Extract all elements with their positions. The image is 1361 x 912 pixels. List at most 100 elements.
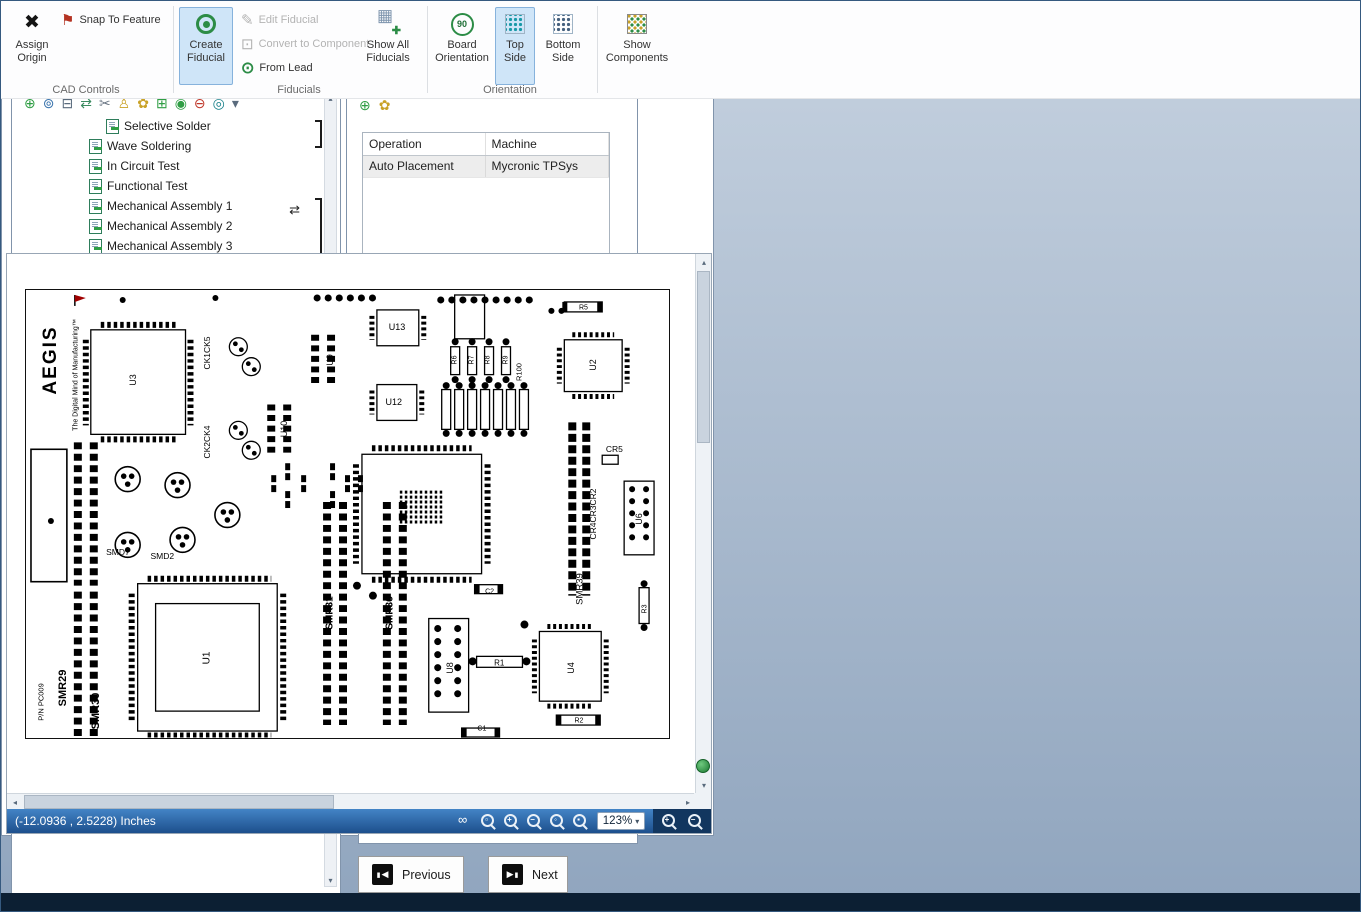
pcb-ref-label: R1: [494, 659, 504, 668]
tree-item[interactable]: Selective Solder: [14, 116, 318, 136]
edit-fiducial-icon: [241, 11, 254, 29]
board-orientation-button[interactable]: 90 Board Orientation: [433, 7, 491, 85]
pcb-ref-label: R5: [579, 304, 588, 311]
cad-canvas[interactable]: AEGISThe Digital Mind of Manufacturing™P…: [7, 254, 696, 793]
pcb-ref-label: U1: [202, 652, 213, 665]
pcb-ref-label: U12: [386, 397, 403, 407]
pcb-ref-label: R3: [642, 604, 649, 613]
previous-label: Previous: [402, 868, 451, 882]
zoom-out-icon[interactable]: −: [526, 813, 543, 830]
cad-viewport: AEGISThe Digital Mind of Manufacturing™P…: [6, 253, 712, 834]
pcb-ref-label: AEGIS: [40, 325, 62, 394]
tree-item[interactable]: Mechanical Assembly 2: [14, 216, 318, 236]
pcb-ref-label: SMR39: [575, 573, 586, 605]
scrollbar-thumb[interactable]: [24, 795, 334, 809]
show-components-button[interactable]: Show Components: [605, 7, 669, 85]
machine-row[interactable]: Auto Placement Mycronic TPSys: [363, 155, 609, 177]
pcb-ref-label: U8: [445, 662, 455, 674]
column-header-operation[interactable]: Operation: [363, 133, 485, 155]
machine-cell: Mycronic TPSys: [485, 155, 609, 177]
next-label: Next: [532, 868, 558, 882]
assign-origin-button[interactable]: Assign Origin: [7, 7, 57, 85]
pcb-ref-label: CR4CR3CR2: [588, 488, 598, 539]
pcb-ref-label: SMR30: [90, 693, 102, 730]
pcb-ref-label: SMR31: [325, 597, 336, 630]
show-all-fiducials-button[interactable]: Show All Fiducials: [359, 7, 417, 85]
pcb-ref-label: SMD7: [106, 547, 130, 557]
scroll-left-icon[interactable]: ◂: [7, 794, 23, 810]
operation-cell: Auto Placement: [363, 155, 485, 177]
zoom-toolbar-secondary: +−: [653, 809, 711, 833]
zoom-in-icon[interactable]: +: [503, 813, 520, 830]
scroll-down-icon[interactable]: ▾: [696, 777, 712, 793]
snap-to-feature-button[interactable]: Snap To Feature: [61, 9, 161, 31]
bottom-side-icon: [553, 14, 573, 34]
tree-item[interactable]: In Circuit Test: [14, 156, 318, 176]
column-header-machine[interactable]: Machine: [485, 133, 609, 155]
operation-icon: [88, 179, 103, 193]
group-separator: [597, 6, 598, 93]
zoom-out-secondary-icon[interactable]: −: [687, 813, 704, 830]
operation-icon: [105, 119, 120, 133]
tree-item[interactable]: Functional Test: [14, 176, 318, 196]
top-side-icon: [505, 14, 525, 34]
convert-to-component-button[interactable]: Convert to Component: [241, 33, 369, 55]
operation-icon: [88, 139, 103, 153]
zoom-in-secondary-icon[interactable]: +: [661, 813, 678, 830]
tree-item-label: Mechanical Assembly 3: [107, 239, 232, 253]
snap-flag-icon: [61, 11, 74, 29]
scroll-down-icon[interactable]: ▾: [325, 876, 336, 885]
pcb-ref-label: SMD2: [151, 551, 175, 561]
previous-icon: [372, 864, 393, 885]
create-fiducial-button[interactable]: Create Fiducial: [179, 7, 233, 85]
operation-icon: [88, 239, 103, 253]
app-window: FactoryLogix™ ⌂▦≣↻▥⚙ ◀▶ Assembly:10-2104…: [0, 0, 1361, 912]
operation-icon: [88, 159, 103, 173]
globe-button[interactable]: [696, 759, 710, 773]
zoom-sheet-icon[interactable]: ▪: [572, 813, 589, 830]
swap-branches-icon[interactable]: [289, 202, 300, 218]
create-fiducial-icon: [196, 14, 216, 34]
cad-statusbar: (-12.0936 , 2.5228) Inches ▫+−◦▪ 123% ▾ …: [7, 809, 711, 833]
zoom-selection-icon[interactable]: ◦: [549, 813, 566, 830]
scrollbar-corner: [694, 793, 711, 810]
branch-bracket: [315, 120, 322, 148]
top-side-button[interactable]: Top Side: [495, 7, 535, 85]
ribbon: Assign Origin Snap To Feature CAD Contro…: [1, 1, 1360, 99]
next-button[interactable]: Next: [488, 856, 568, 893]
tree-item[interactable]: Wave Soldering: [14, 136, 318, 156]
pcb-ref-label: CR5: [606, 444, 623, 454]
previous-button[interactable]: Previous: [358, 856, 464, 893]
cursor-coordinates: (-12.0936 , 2.5228) Inches: [15, 814, 156, 828]
pcb-ref-label: C2: [485, 588, 494, 595]
window-frame-bottom: [1, 893, 1360, 911]
group-label: Orientation: [427, 84, 593, 96]
pan-view-icon[interactable]: [457, 813, 474, 830]
tree-item[interactable]: Mechanical Assembly 1: [14, 196, 318, 216]
chevron-down-icon: ▾: [635, 817, 639, 826]
zoom-level-select[interactable]: 123% ▾: [597, 812, 645, 830]
pcb-ref-label: U10: [279, 421, 289, 438]
zoom-window-icon[interactable]: ▫: [480, 813, 497, 830]
vertical-scrollbar[interactable]: ▴ ▾: [695, 254, 711, 793]
pcb-ref-label: U9: [325, 354, 335, 366]
bottom-side-button[interactable]: Bottom Side: [539, 7, 587, 85]
horizontal-scrollbar[interactable]: ◂ ▸: [7, 793, 696, 810]
group-separator: [427, 6, 428, 93]
assign-origin-icon: [24, 17, 40, 32]
tree-item-label: Functional Test: [107, 179, 188, 193]
pcb-ref-label: CK2CK4: [202, 426, 212, 459]
pcb-board: AEGISThe Digital Mind of Manufacturing™P…: [25, 289, 670, 739]
pcb-ref-label: SMR36: [384, 597, 395, 630]
group-label: CAD Controls: [1, 84, 171, 96]
edit-fiducial-button[interactable]: Edit Fiducial: [241, 9, 319, 31]
pcb-labels: AEGISThe Digital Mind of Manufacturing™P…: [26, 290, 669, 738]
from-lead-button[interactable]: From Lead: [241, 57, 313, 79]
scrollbar-thumb[interactable]: [697, 271, 710, 443]
operation-icon: [88, 199, 103, 213]
pcb-ref-label: R8: [485, 355, 492, 364]
board-orientation-icon: 90: [451, 13, 474, 36]
pcb-ref-label: The Digital Mind of Manufacturing™: [73, 319, 80, 431]
scroll-up-icon[interactable]: ▴: [696, 254, 712, 270]
zoom-value: 123%: [603, 815, 632, 827]
